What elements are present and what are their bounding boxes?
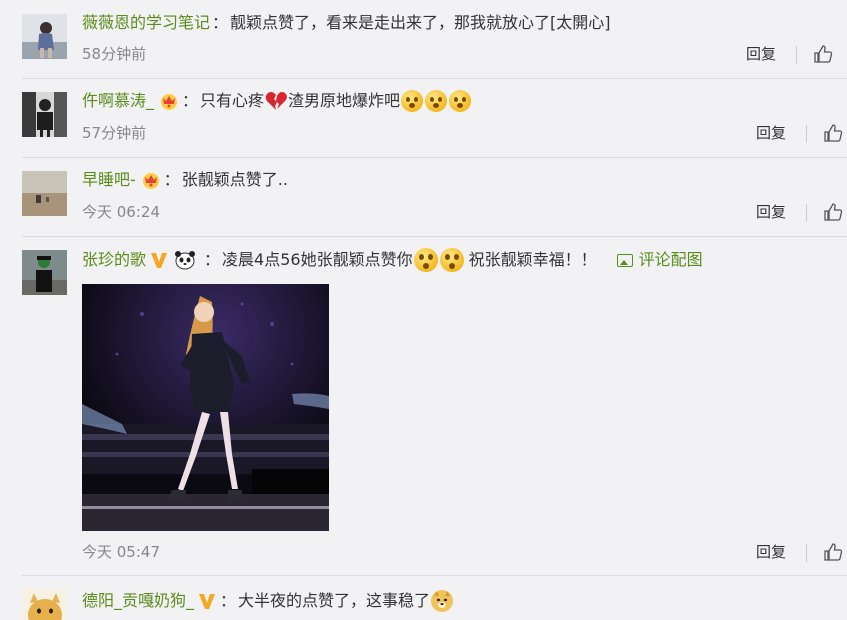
broken-heart-icon	[265, 92, 287, 110]
panda-icon	[175, 251, 196, 270]
comment-text: 张靓颖点赞了..	[181, 170, 288, 189]
comment-text: 靓颖点赞了，看来是走出来了，那我就放心了[太開心]	[230, 13, 611, 32]
reply-button[interactable]: 回复	[756, 542, 786, 562]
avatar[interactable]	[22, 589, 67, 620]
laughing-face-icon	[425, 90, 448, 112]
separator: ：	[163, 170, 180, 189]
like-icon[interactable]	[823, 542, 843, 562]
username[interactable]: 早睡吧-	[82, 169, 136, 191]
avatar[interactable]	[22, 171, 67, 216]
comment-item: 早睡吧- ：张靓颖点赞了.. 今天 06:24 回复	[0, 157, 847, 236]
verified-v-icon	[151, 253, 168, 268]
reply-button[interactable]: 回复	[756, 202, 786, 222]
avatar[interactable]	[22, 250, 67, 295]
photo-link-label: 评论配图	[638, 250, 703, 269]
verified-v-icon	[199, 594, 216, 609]
like-icon[interactable]	[823, 123, 843, 143]
divider	[796, 46, 797, 64]
timestamp: 57分钟前	[82, 124, 147, 142]
comment-text: 只有心疼	[200, 91, 265, 110]
comment-photo-link[interactable]: 评论配图	[616, 249, 703, 271]
shocked-face-icon	[439, 248, 464, 272]
timestamp: 今天 05:47	[82, 543, 160, 561]
separator: ：	[212, 13, 229, 32]
avatar[interactable]	[22, 92, 67, 137]
comment-text: 渣男原地爆炸吧	[288, 91, 401, 110]
separator: ：	[204, 250, 221, 269]
avatar[interactable]	[22, 14, 67, 59]
reply-button[interactable]: 回复	[756, 123, 786, 143]
image-icon	[616, 253, 633, 267]
crown-badge-icon	[142, 173, 159, 189]
username[interactable]: 薇薇恩的学习笔记	[82, 12, 210, 34]
divider	[806, 544, 807, 562]
timestamp: 58分钟前	[82, 45, 147, 63]
separator: ：	[220, 591, 237, 610]
username[interactable]: 张珍的歌	[82, 249, 146, 271]
laughing-face-icon	[449, 90, 472, 112]
comment-text: 祝张靓颖幸福！！	[468, 250, 597, 269]
like-icon[interactable]	[823, 202, 843, 222]
like-icon[interactable]	[813, 44, 833, 64]
doge-icon	[431, 590, 454, 612]
comment-item: 德阳_贡嘎奶狗_ ：大半夜的点赞了，这事稳了	[0, 575, 847, 620]
divider	[806, 204, 807, 222]
comment-item: 仵啊慕涛_ ：只有心疼 渣男原地爆炸吧 57分钟前 回复	[0, 78, 847, 157]
reply-button[interactable]: 回复	[746, 44, 776, 64]
divider	[806, 125, 807, 143]
comment-text: 大半夜的点赞了，这事稳了	[238, 591, 431, 610]
username[interactable]: 德阳_贡嘎奶狗_	[82, 590, 194, 612]
laughing-face-icon	[401, 90, 424, 112]
comment-item: 薇薇恩的学习笔记：靓颖点赞了，看来是走出来了，那我就放心了[太開心] 58分钟前…	[0, 0, 847, 78]
comment-photo[interactable]	[82, 284, 329, 531]
shocked-face-icon	[413, 248, 438, 272]
timestamp: 今天 06:24	[82, 203, 160, 221]
username[interactable]: 仵啊慕涛_	[82, 90, 154, 112]
crown-badge-icon	[161, 94, 178, 110]
comment-text: 凌晨4点56她张靓颖点赞你	[222, 250, 413, 269]
separator: ：	[182, 91, 199, 110]
